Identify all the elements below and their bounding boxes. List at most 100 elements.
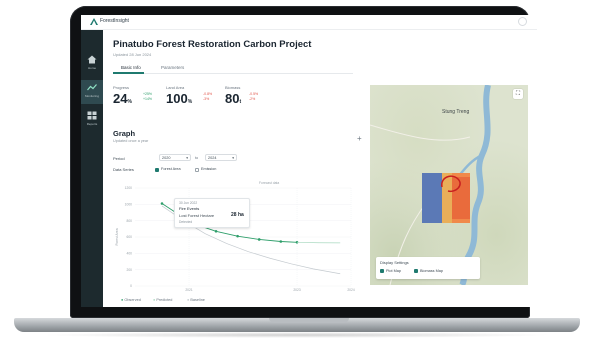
line-chart: 1200 1000 800 600 400 200 0 Forest Area 2021 2023…: [111, 180, 361, 298]
y-tick-label: 0: [130, 284, 132, 288]
select-value: 2020: [162, 156, 171, 160]
sidebar: Home Monitoring Reports: [81, 30, 103, 307]
tooltip-date: 30 Jun 2022: [179, 201, 198, 205]
metric-value: 80t: [225, 91, 241, 106]
laptop-base: [14, 318, 580, 332]
y-tick-label: 800: [126, 219, 132, 223]
data-series-label: Data Series: [113, 167, 134, 172]
map-place-label: Stung Treng: [442, 109, 470, 115]
series-option-label: Forest Area: [161, 167, 181, 171]
graph-subtitle: Updated once a year: [113, 139, 149, 143]
project-map[interactable]: Stung Treng ⛶ Display Settings Plot Map …: [370, 85, 528, 285]
expand-map-button[interactable]: ⛶: [513, 89, 523, 99]
y-tick-label: 400: [126, 252, 132, 256]
series-checkbox-emission[interactable]: [195, 167, 199, 172]
page-title: Pinatubo Forest Restoration Carbon Proje…: [113, 39, 312, 50]
main-panel: Pinatubo Forest Restoration Carbon Proje…: [103, 30, 367, 307]
laptop-shadow: [40, 332, 553, 338]
add-button[interactable]: +: [357, 134, 362, 143]
logo-icon: [90, 18, 98, 25]
data-point: [236, 234, 239, 238]
laptop-notch: [269, 318, 349, 323]
sidebar-item-label: Home: [87, 66, 96, 70]
metric-unit: %: [127, 99, 132, 105]
sidebar-item-label: Reports: [86, 122, 98, 126]
home-icon: [87, 55, 97, 64]
delta-badge: +25%: [143, 92, 153, 96]
plot-map-label: Plot Map: [386, 268, 401, 273]
display-settings-panel: Display Settings Plot Map Biomass Map: [376, 257, 480, 279]
metric-number: 80: [225, 91, 240, 106]
chevron-down-icon: ▾: [232, 155, 234, 160]
period-label: Period: [113, 156, 125, 161]
chart-tooltip: 30 Jun 2022 Fire Events Lost Forest Hect…: [174, 198, 250, 228]
chart-icon: [87, 84, 97, 91]
x-tick-label: 2023: [293, 288, 301, 292]
map-graphic: [370, 85, 491, 285]
y-tick-label: 600: [126, 235, 132, 239]
tooltip-title: Fire Events: [179, 206, 200, 211]
metric-value: 24%: [113, 91, 132, 106]
data-point: [160, 202, 164, 205]
top-bar: ForestInsight: [81, 15, 537, 30]
legend-label: Baseline: [190, 298, 205, 302]
profile-button[interactable]: [518, 17, 527, 26]
tab-basic-info[interactable]: Basic Info: [121, 65, 141, 70]
tooltip-value: 28 ha: [231, 212, 244, 218]
delta-badge: -2%: [249, 97, 256, 101]
metric-unit: t: [239, 99, 242, 105]
series-line-predicted: [296, 241, 341, 244]
period-to-select[interactable]: 2024 ▾: [205, 154, 237, 161]
metric-unit: %: [187, 99, 193, 105]
plot-heatmap-low: [422, 173, 442, 223]
biomass-map-label: Biomass Map: [420, 268, 444, 273]
metric-number: 100: [166, 91, 188, 106]
y-tick-label: 200: [126, 268, 132, 272]
graph-title: Graph: [113, 129, 136, 138]
legend-baseline[interactable]: ● Baseline: [187, 298, 205, 302]
x-tick-label: 2024: [347, 288, 355, 292]
period-to-text: to: [195, 156, 199, 160]
sidebar-item-reports[interactable]: Reports: [81, 108, 103, 132]
legend-dot-icon: ●: [121, 298, 124, 302]
metric-label: Land Area: [166, 85, 185, 90]
metric-number: 24: [113, 91, 128, 106]
sidebar-item-monitoring[interactable]: Monitoring: [81, 80, 103, 104]
delta-badge: -0.5%: [249, 92, 259, 96]
legend-dot-icon: ●: [187, 298, 190, 302]
y-tick-label: 1000: [125, 203, 133, 207]
series-option-label: Emission: [201, 167, 217, 171]
brand-name: ForestInsight: [100, 18, 129, 24]
legend-label: Observed: [124, 298, 141, 302]
chevron-down-icon: ▾: [186, 155, 188, 160]
series-checkbox-forest-area[interactable]: [155, 167, 159, 172]
y-tick-label: 1200: [125, 186, 133, 190]
tooltip-metric: Lost Forest Hectare: [179, 213, 215, 218]
updated-date: Updated 28 Jun 2024: [113, 52, 152, 57]
plot-map-checkbox[interactable]: [380, 269, 384, 273]
chart-note: Forecast data: [259, 181, 280, 185]
legend-observed[interactable]: ● Observed: [121, 298, 141, 302]
display-settings-title: Display Settings: [380, 260, 409, 265]
app-screen: ForestInsight Home Monitoring Reports Pi…: [81, 15, 537, 307]
tab-bar: Basic Info Parameters: [113, 63, 353, 74]
y-axis-label: Forest Area: [115, 228, 119, 245]
biomass-map-checkbox[interactable]: [414, 269, 418, 273]
active-tab-indicator: [113, 72, 144, 74]
data-point: [214, 229, 218, 233]
data-point: [279, 240, 283, 243]
metric-value: 100%: [166, 91, 192, 106]
grid-icon: [87, 111, 97, 120]
data-point: [257, 238, 261, 241]
legend-predicted[interactable]: ● Predicted: [153, 298, 172, 302]
sidebar-item-home[interactable]: Home: [81, 52, 103, 76]
period-from-select[interactable]: 2020 ▾: [159, 154, 191, 161]
delta-badge: +14%: [143, 97, 153, 101]
tab-parameters[interactable]: Parameters: [161, 65, 184, 70]
sidebar-item-label: Monitoring: [84, 94, 99, 98]
delta-badge: -3%: [203, 97, 210, 101]
road: [370, 124, 471, 141]
tooltip-subtext: Detected: [179, 220, 193, 224]
metric-label: Biomass: [225, 85, 241, 90]
metric-label: Progress: [113, 85, 130, 90]
